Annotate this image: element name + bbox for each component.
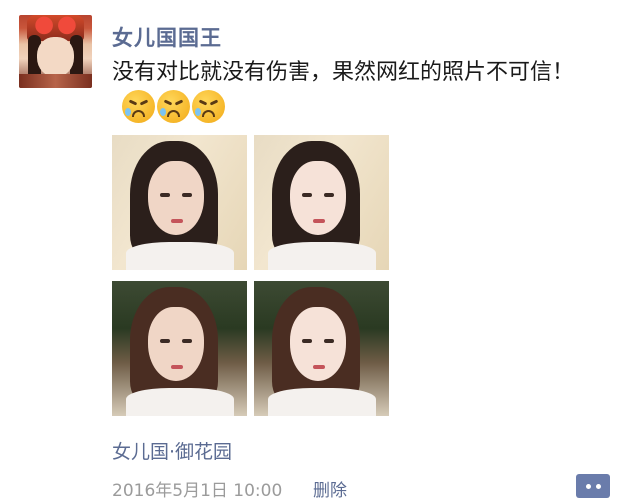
photo-original-2[interactable]	[112, 281, 247, 416]
tears-of-frustration-emoji	[122, 89, 155, 123]
tears-of-frustration-emoji	[157, 89, 190, 123]
photo-edited-1[interactable]	[254, 135, 389, 270]
emoji-row	[122, 89, 225, 123]
post-text: 没有对比就没有伤害，果然网红的照片不可信！	[112, 56, 612, 123]
comment-more-icon[interactable]	[576, 474, 610, 498]
username[interactable]: 女儿国国王	[112, 22, 222, 52]
avatar[interactable]	[19, 15, 92, 88]
post-timestamp: 2016年5月1日 10:00	[112, 481, 283, 501]
post-text-content: 没有对比就没有伤害，果然网红的照片不可信！	[112, 60, 575, 85]
location-link[interactable]: 女儿国·御花园	[112, 437, 232, 464]
delete-button[interactable]: 删除	[313, 476, 347, 501]
tears-of-frustration-emoji	[192, 89, 225, 123]
photo-edited-2[interactable]	[254, 281, 389, 416]
photo-original-1[interactable]	[112, 135, 247, 270]
